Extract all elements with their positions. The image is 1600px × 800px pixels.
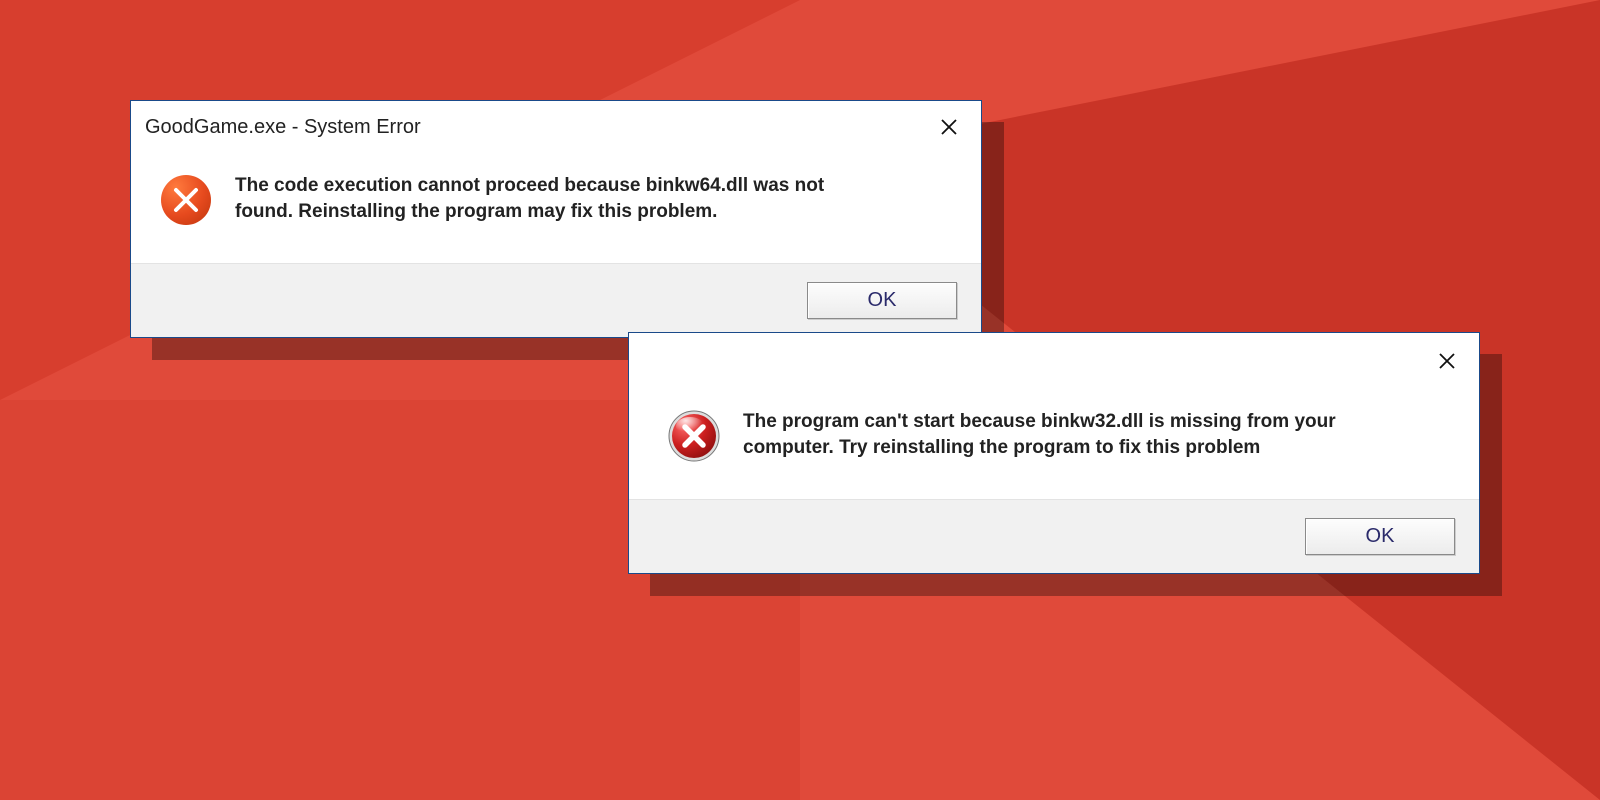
ok-button[interactable]: OK	[807, 282, 957, 319]
dialog-window: The program can't start because binkw32.…	[628, 332, 1480, 574]
system-error-dialog-1: GoodGame.exe - System Error	[130, 100, 982, 338]
dialog-footer: OK	[131, 263, 981, 337]
error-icon	[667, 409, 721, 463]
system-error-dialog-2: The program can't start because binkw32.…	[628, 332, 1480, 574]
close-button[interactable]	[931, 111, 967, 143]
dialog-content: The code execution cannot proceed becaus…	[131, 149, 981, 263]
dialog-footer: OK	[629, 499, 1479, 573]
close-icon	[1438, 352, 1456, 370]
dialog-title: GoodGame.exe - System Error	[145, 116, 421, 139]
error-icon	[159, 173, 213, 227]
ok-button[interactable]: OK	[1305, 518, 1455, 555]
close-icon	[940, 118, 958, 136]
error-message: The code execution cannot proceed becaus…	[235, 173, 875, 224]
close-button[interactable]	[1429, 345, 1465, 377]
error-message: The program can't start because binkw32.…	[743, 409, 1383, 460]
titlebar	[629, 333, 1479, 381]
titlebar: GoodGame.exe - System Error	[131, 101, 981, 149]
dialog-window: GoodGame.exe - System Error	[130, 100, 982, 338]
dialog-content: The program can't start because binkw32.…	[629, 381, 1479, 499]
